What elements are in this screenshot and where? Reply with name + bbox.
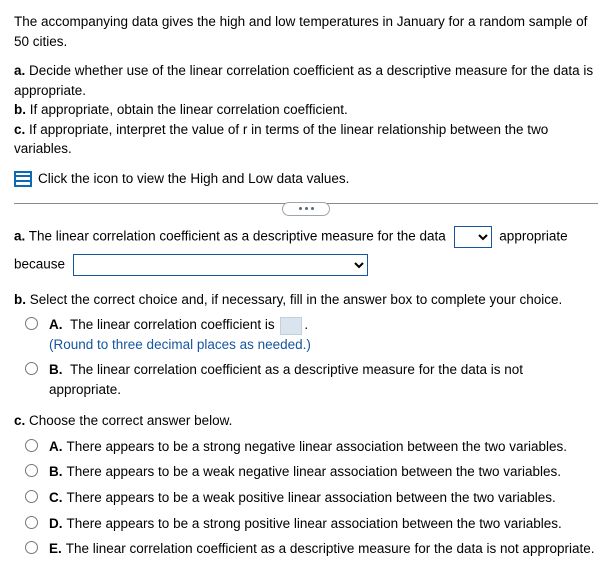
label-c2: c. [14,413,25,428]
opt-label-b: B. [49,362,63,377]
label-c: c. [14,122,25,137]
label-b2: b. [14,292,26,307]
qb-a-text: The linear correlation coefficient is [70,317,275,332]
opt-label-c2: C. [49,490,63,505]
qc-prompt-row: c. Choose the correct answer below. [14,411,598,431]
radio-qc-c[interactable] [25,490,38,503]
table-icon[interactable] [14,171,32,187]
part-b-text: If appropriate, obtain the linear correl… [30,102,348,117]
opt-label-e2: E. [49,541,62,556]
qc-option-e[interactable]: E. The linear correlation coefficient as … [20,539,598,559]
qa-prefix: The linear correlation coefficient as a … [29,228,446,243]
radio-qc-d[interactable] [25,516,38,529]
qc-option-d[interactable]: D. There appears to be a strong positive … [20,514,598,534]
opt-label-a2: A. [49,439,63,454]
qc-option-b[interactable]: B. There appears to be a weak negative li… [20,462,598,482]
dropdown-reason[interactable] [73,254,368,276]
qb-option-a[interactable]: A. The linear correlation coefficient is… [20,315,598,354]
radio-qc-e[interactable] [25,541,38,554]
part-a-text: Decide whether use of the linear correla… [14,63,593,98]
qa-because: because [14,256,65,271]
radio-qc-a[interactable] [25,439,38,452]
radio-qb-a[interactable] [25,317,38,330]
qa-suffix: appropriate [499,228,567,243]
qc-e-text: The linear correlation coefficient as a … [66,541,595,556]
qc-option-a[interactable]: A. There appears to be a strong negative … [20,437,598,457]
data-link-text: Click the icon to view the High and Low … [38,169,349,189]
qc-option-c[interactable]: C. There appears to be a weak positive li… [20,488,598,508]
label-b: b. [14,102,26,117]
qb-prompt: Select the correct choice and, if necess… [30,292,563,307]
data-link-row[interactable]: Click the icon to view the High and Low … [14,169,598,189]
qc-d-text: There appears to be a strong positive li… [67,516,562,531]
qc-prompt: Choose the correct answer below. [29,413,232,428]
radio-qc-b[interactable] [25,464,38,477]
label-a: a. [14,63,25,78]
qc-b-text: There appears to be a weak negative line… [67,464,562,479]
qb-option-b[interactable]: B. The linear correlation coefficient as… [20,360,598,399]
qb-b-text: The linear correlation coefficient as a … [49,362,523,397]
question-parts: a. Decide whether use of the linear corr… [14,61,598,159]
answer-a-line2: because [14,254,598,276]
answer-a-line1: a. The linear correlation coefficient as… [14,226,598,248]
fill-box-coefficient[interactable] [280,317,302,335]
intro-text: The accompanying data gives the high and… [14,12,598,51]
qb-prompt-row: b. Select the correct choice and, if nec… [14,290,598,310]
opt-label-b2: B. [49,464,63,479]
opt-label-d2: D. [49,516,63,531]
qc-a-text: There appears to be a strong negative li… [67,439,568,454]
qb-a-hint: (Round to three decimal places as needed… [49,335,311,355]
opt-label-a: A. [49,317,63,332]
dropdown-appropriate[interactable] [454,226,492,248]
expand-button[interactable] [282,202,330,216]
radio-qb-b[interactable] [25,362,38,375]
part-c-text: If appropriate, interpret the value of r… [14,122,548,157]
qc-c-text: There appears to be a weak positive line… [67,490,556,505]
label-a2: a. [14,228,25,243]
